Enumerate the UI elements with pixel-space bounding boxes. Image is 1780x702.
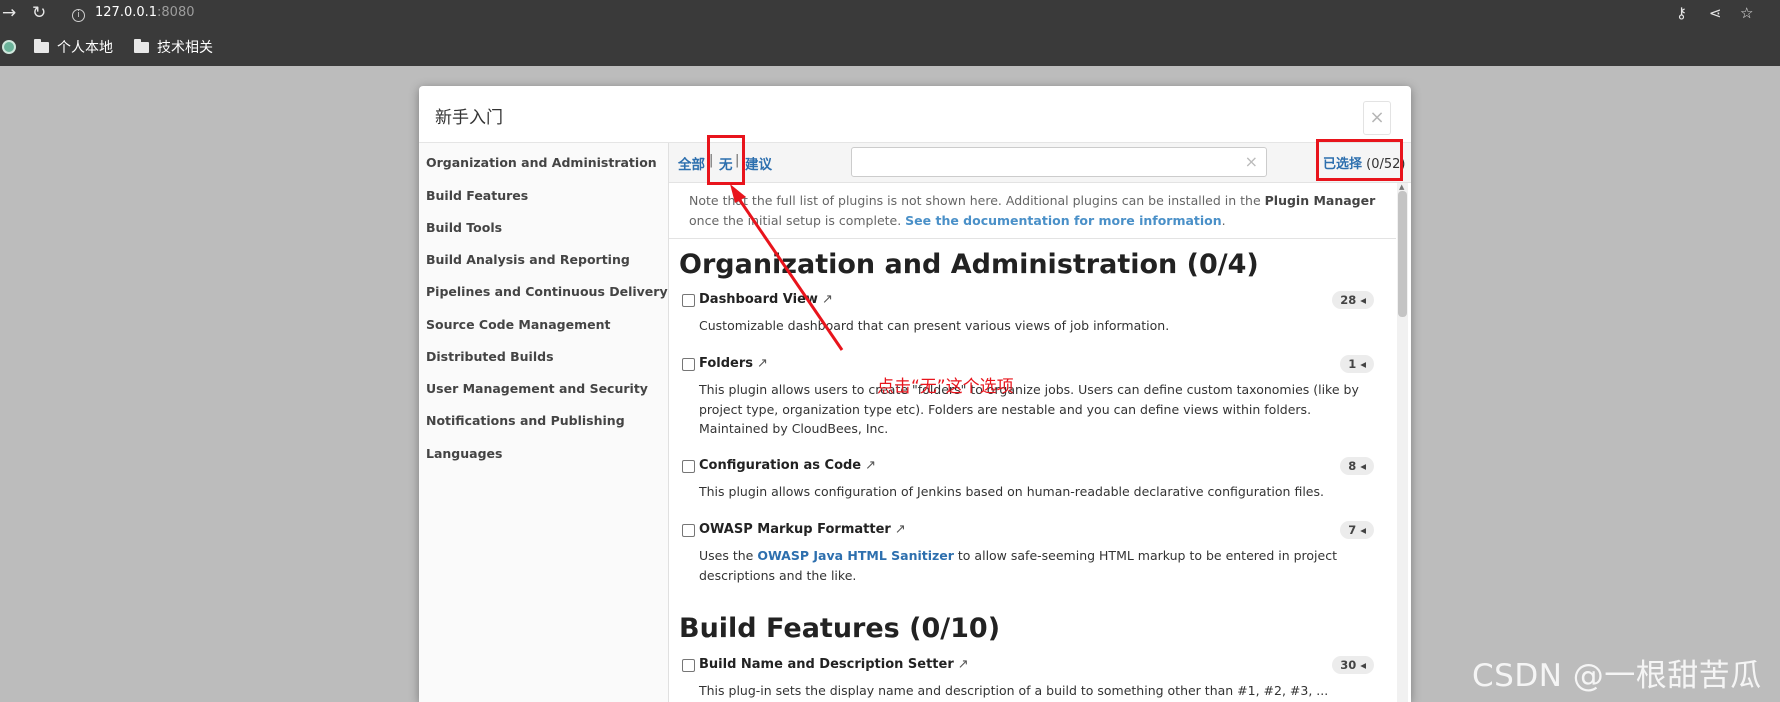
scroll-up-icon[interactable]: ▲ (1399, 183, 1404, 191)
documentation-link[interactable]: See the documentation for more informati… (905, 213, 1222, 228)
share-icon[interactable]: ⋖ (1709, 4, 1722, 22)
note-text: once the initial setup is complete. (689, 213, 906, 228)
dependency-badge[interactable]: 8 ◂ (1340, 457, 1374, 475)
plugin-content: 全部 | 无 | 建议 × 已选择 (0/52) Note that the f… (669, 143, 1411, 702)
external-link-icon[interactable]: ↗ (822, 292, 833, 307)
plugin-name-text: Dashboard View (699, 292, 818, 307)
plugin-description: This plugin allows users to create "fold… (699, 382, 1359, 436)
dependency-badge[interactable]: 1 ◂ (1340, 355, 1374, 373)
folder-icon (134, 38, 149, 53)
sidebar-item-scm[interactable]: Source Code Management (426, 317, 610, 332)
browser-toolbar: → ↻ i 127.0.0.1:8080 ⚷ ⋖ ☆ 个人本地 技术相关 (0, 0, 1780, 66)
sidebar-item-distributed[interactable]: Distributed Builds (426, 349, 554, 364)
bookmark-label: 技术相关 (157, 40, 213, 56)
sidebar-item-notifications[interactable]: Notifications and Publishing (426, 413, 625, 428)
sidebar-item-build-features[interactable]: Build Features (426, 188, 528, 203)
url-host: 127.0.0.1 (95, 5, 158, 20)
note-text: Note that the full list of plugins is no… (689, 193, 1265, 208)
annotation-text: 点击“无”这个选项 (877, 377, 1014, 397)
sidebar-item-build-analysis[interactable]: Build Analysis and Reporting (426, 252, 630, 267)
plugin-description: This plug-in sets the display name and d… (699, 683, 1329, 698)
key-icon[interactable]: ⚷ (1676, 4, 1687, 22)
sidebar-item-pipelines[interactable]: Pipelines and Continuous Delivery (426, 284, 668, 299)
bookmark-folder-2[interactable]: 技术相关 (134, 37, 213, 57)
folder-icon (34, 38, 49, 53)
external-link-icon[interactable]: ↗ (958, 657, 969, 672)
dependency-count: 28 (1340, 293, 1357, 307)
owasp-sanitizer-link[interactable]: OWASP Java HTML Sanitizer (757, 548, 954, 563)
plugin-checkbox[interactable] (682, 358, 695, 371)
select-suggested-link[interactable]: 建议 (745, 153, 772, 173)
close-button[interactable]: × (1363, 101, 1391, 135)
sidebar-item-security[interactable]: User Management and Security (426, 381, 648, 396)
plugin-name-text: Folders (699, 356, 754, 371)
dependency-count: 8 (1348, 459, 1357, 473)
sidebar-item-organization[interactable]: Organization and Administration (426, 155, 657, 170)
plugin-name[interactable]: Dashboard View ↗ (699, 292, 833, 307)
section-title-build-features: Build Features (0/10) (679, 613, 1001, 644)
address-row: → ↻ i 127.0.0.1:8080 ⚷ ⋖ ☆ (0, 0, 1780, 28)
plugin-toolbar: 全部 | 无 | 建议 × 已选择 (0/52) (669, 143, 1411, 183)
dependency-badge[interactable]: 28 ◂ (1332, 291, 1374, 309)
caret-left-icon: ◂ (1360, 459, 1366, 473)
forward-icon[interactable]: → (2, 3, 16, 23)
highlight-none-option (707, 135, 745, 185)
plugin-name[interactable]: Configuration as Code ↗ (699, 458, 876, 473)
plugin-checkbox[interactable] (682, 460, 695, 473)
dependency-badge[interactable]: 7 ◂ (1340, 521, 1374, 539)
desc-text: Uses the (699, 548, 758, 563)
dependency-count: 7 (1348, 523, 1357, 537)
bookmarks-bar: 个人本地 技术相关 (0, 34, 1780, 60)
csdn-watermark: CSDN @一根甜苦瓜 (1472, 658, 1762, 694)
plugin-description: This plugin allows configuration of Jenk… (699, 484, 1324, 499)
dependency-badge[interactable]: 30 ◂ (1332, 656, 1374, 674)
plugin-checkbox[interactable] (682, 294, 695, 307)
sidebar-item-build-tools[interactable]: Build Tools (426, 220, 502, 235)
external-link-icon[interactable]: ↗ (895, 522, 906, 537)
section-title-organization: Organization and Administration (0/4) (679, 249, 1259, 280)
category-sidebar: Organization and Administration Build Fe… (419, 143, 669, 702)
plugin-name[interactable]: OWASP Markup Formatter ↗ (699, 522, 906, 537)
plugin-name-text: Configuration as Code (699, 458, 862, 473)
dependency-count: 30 (1340, 658, 1357, 672)
dialog-title: 新手入门 (435, 108, 503, 128)
info-icon[interactable]: i (72, 9, 85, 22)
scroll-thumb[interactable] (1398, 191, 1407, 317)
scrollbar[interactable]: ▲ (1397, 183, 1408, 702)
bookmark-label: 个人本地 (57, 40, 113, 56)
star-icon[interactable]: ☆ (1740, 4, 1753, 22)
highlight-selected-count (1316, 139, 1403, 181)
url-port: :8080 (157, 5, 195, 20)
app-icon[interactable] (2, 40, 16, 54)
plugin-checkbox[interactable] (682, 524, 695, 537)
bookmark-folder-1[interactable]: 个人本地 (34, 37, 113, 57)
caret-left-icon: ◂ (1360, 293, 1366, 307)
note-text: . (1221, 213, 1226, 228)
external-link-icon[interactable]: ↗ (757, 356, 768, 371)
note-plugin-manager: Plugin Manager (1264, 193, 1376, 208)
external-link-icon[interactable]: ↗ (865, 458, 876, 473)
reload-icon[interactable]: ↻ (32, 3, 46, 23)
plugin-name-text: OWASP Markup Formatter (699, 522, 891, 537)
clear-search-icon[interactable]: × (1245, 152, 1258, 171)
dialog-body: Organization and Administration Build Fe… (419, 142, 1411, 702)
plugin-note: Note that the full list of plugins is no… (669, 183, 1396, 239)
plugin-search-input[interactable]: × (851, 147, 1267, 177)
address-bar[interactable]: i 127.0.0.1:8080 (72, 5, 195, 22)
caret-left-icon: ◂ (1360, 658, 1366, 672)
caret-left-icon: ◂ (1360, 523, 1366, 537)
select-all-link[interactable]: 全部 (678, 153, 705, 173)
plugin-checkbox[interactable] (682, 659, 695, 672)
plugin-description: Customizable dashboard that can present … (699, 318, 1170, 333)
plugin-name[interactable]: Build Name and Description Setter ↗ (699, 657, 969, 672)
plugin-name-text: Build Name and Description Setter (699, 657, 954, 672)
caret-left-icon: ◂ (1360, 357, 1366, 371)
plugin-list: Note that the full list of plugins is no… (669, 183, 1411, 702)
sidebar-item-languages[interactable]: Languages (426, 446, 502, 461)
plugin-description: Uses the OWASP Java HTML Sanitizer to al… (699, 546, 1379, 585)
plugin-name[interactable]: Folders ↗ (699, 356, 768, 371)
dependency-count: 1 (1348, 357, 1357, 371)
